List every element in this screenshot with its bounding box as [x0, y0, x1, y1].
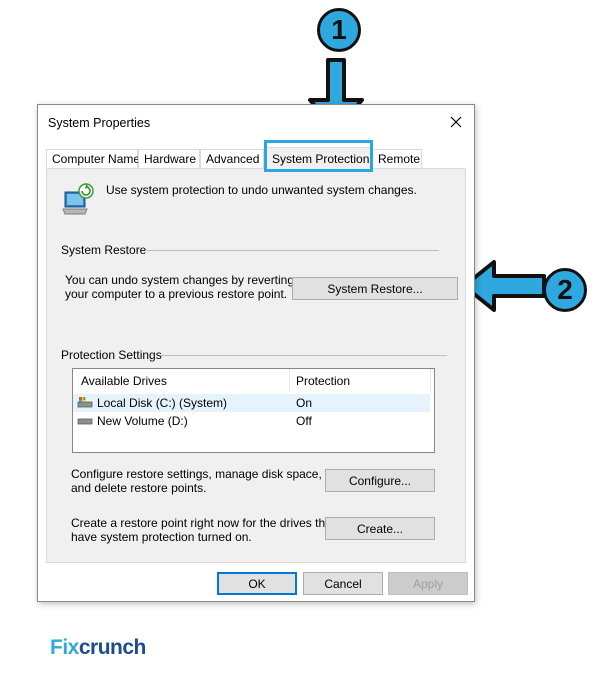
close-icon	[450, 116, 462, 128]
system-restore-divider	[145, 250, 439, 251]
logo-part-fix: Fix	[50, 636, 79, 659]
tab-highlight-box	[264, 140, 373, 172]
close-button[interactable]	[438, 105, 474, 139]
create-description-line1: Create a restore point right now for the…	[71, 516, 336, 530]
system-restore-button[interactable]: System Restore...	[292, 277, 458, 300]
tab-label: Computer Name	[52, 152, 141, 166]
step-1-number: 1	[331, 14, 347, 45]
drive-name: Local Disk (C:) (System)	[97, 396, 228, 410]
cancel-button[interactable]: Cancel	[303, 572, 383, 595]
fixcrunch-logo: Fixcrunch	[50, 636, 146, 660]
configure-description-line2: and delete restore points.	[71, 481, 207, 495]
step-1-badge: 1	[317, 8, 361, 52]
tab-computer-name[interactable]: Computer Name	[46, 149, 141, 170]
configure-description-line1: Configure restore settings, manage disk …	[71, 467, 322, 481]
ok-button[interactable]: OK	[217, 572, 297, 595]
available-drives-list[interactable]: Available Drives Protection Local Disk (…	[72, 368, 435, 453]
tab-label: Hardware	[144, 152, 197, 166]
column-header-protection[interactable]: Protection	[296, 369, 350, 393]
window-title: System Properties	[48, 116, 151, 130]
system-restore-description-line2: your computer to a previous restore poin…	[65, 287, 288, 301]
protection-settings-divider	[161, 355, 447, 356]
drive-row-c[interactable]: Local Disk (C:) (System) On	[73, 394, 430, 412]
drive-row-d[interactable]: New Volume (D:) Off	[73, 412, 434, 430]
system-restore-group-label: System Restore	[61, 243, 147, 257]
configure-button[interactable]: Configure...	[325, 469, 435, 492]
system-properties-dialog: System Properties Computer Name Hardware…	[37, 104, 475, 602]
logo-part-crunch: crunch	[78, 636, 147, 659]
intro-text: Use system protection to undo unwanted s…	[106, 183, 417, 197]
create-button[interactable]: Create...	[325, 517, 435, 540]
tab-remote[interactable]: Remote	[372, 149, 422, 170]
protection-settings-group-label: Protection Settings	[61, 348, 162, 362]
system-protection-icon	[62, 183, 94, 215]
tab-label: Remote	[378, 152, 421, 166]
column-header-available-drives[interactable]: Available Drives	[81, 369, 167, 393]
title-bar: System Properties	[38, 105, 474, 141]
tab-advanced[interactable]: Advanced	[200, 149, 264, 170]
step-2-number: 2	[557, 274, 573, 305]
column-separator	[289, 369, 290, 393]
create-description-line2: have system protection turned on.	[71, 530, 252, 544]
tab-hardware[interactable]: Hardware	[138, 149, 200, 170]
drive-name: New Volume (D:)	[97, 414, 188, 428]
column-separator	[430, 369, 431, 393]
system-restore-description-line1: You can undo system changes by reverting	[65, 273, 295, 287]
step-2-badge: 2	[543, 268, 587, 312]
drive-icon	[77, 418, 93, 425]
apply-button[interactable]: Apply	[388, 572, 468, 595]
system-drive-icon	[77, 397, 93, 408]
drive-protection-status: Off	[296, 414, 312, 428]
tab-label: Advanced	[206, 152, 260, 166]
tab-strip: Computer Name Hardware Advanced System P…	[46, 147, 466, 171]
system-protection-page: Use system protection to undo unwanted s…	[46, 168, 466, 563]
drive-protection-status: On	[296, 396, 313, 410]
